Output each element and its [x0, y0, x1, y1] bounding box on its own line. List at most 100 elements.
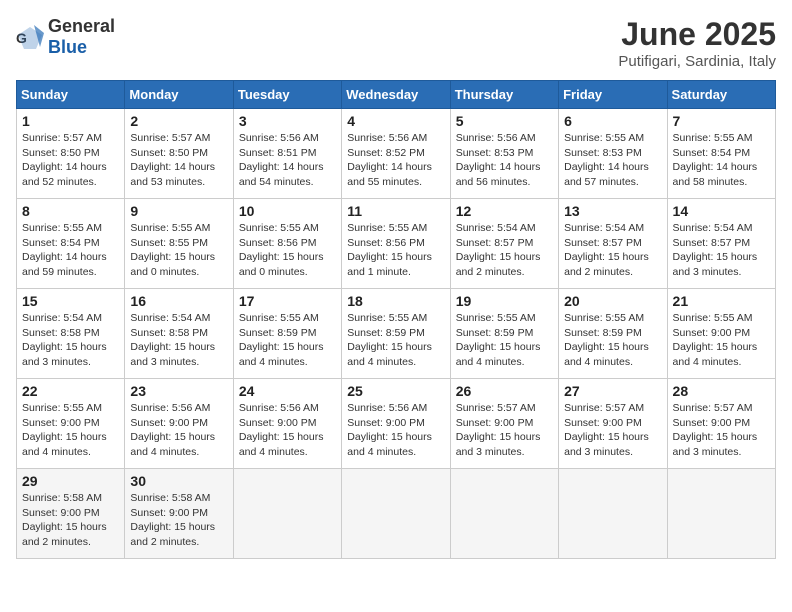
day-number: 17: [239, 293, 336, 309]
calendar-cell: [342, 469, 450, 559]
calendar-week-2: 8 Sunrise: 5:55 AMSunset: 8:54 PMDayligh…: [17, 199, 776, 289]
cell-info: Sunrise: 5:56 AMSunset: 8:53 PMDaylight:…: [456, 132, 541, 188]
calendar-week-4: 22 Sunrise: 5:55 AMSunset: 9:00 PMDaylig…: [17, 379, 776, 469]
calendar-cell: 5 Sunrise: 5:56 AMSunset: 8:53 PMDayligh…: [450, 109, 558, 199]
calendar-cell: [667, 469, 775, 559]
day-number: 26: [456, 383, 553, 399]
day-number: 8: [22, 203, 119, 219]
cell-info: Sunrise: 5:56 AMSunset: 8:51 PMDaylight:…: [239, 132, 324, 188]
day-number: 11: [347, 203, 444, 219]
calendar-cell: 30 Sunrise: 5:58 AMSunset: 9:00 PMDaylig…: [125, 469, 233, 559]
calendar-cell: 21 Sunrise: 5:55 AMSunset: 9:00 PMDaylig…: [667, 289, 775, 379]
day-number: 30: [130, 473, 227, 489]
day-number: 4: [347, 113, 444, 129]
cell-info: Sunrise: 5:55 AMSunset: 8:56 PMDaylight:…: [239, 222, 324, 278]
calendar-cell: 2 Sunrise: 5:57 AMSunset: 8:50 PMDayligh…: [125, 109, 233, 199]
calendar-cell: 25 Sunrise: 5:56 AMSunset: 9:00 PMDaylig…: [342, 379, 450, 469]
calendar-cell: 29 Sunrise: 5:58 AMSunset: 9:00 PMDaylig…: [17, 469, 125, 559]
day-number: 22: [22, 383, 119, 399]
calendar-cell: 27 Sunrise: 5:57 AMSunset: 9:00 PMDaylig…: [559, 379, 667, 469]
day-number: 23: [130, 383, 227, 399]
calendar-week-1: 1 Sunrise: 5:57 AMSunset: 8:50 PMDayligh…: [17, 109, 776, 199]
cell-info: Sunrise: 5:55 AMSunset: 8:54 PMDaylight:…: [22, 222, 107, 278]
cell-info: Sunrise: 5:54 AMSunset: 8:57 PMDaylight:…: [564, 222, 649, 278]
cell-info: Sunrise: 5:54 AMSunset: 8:58 PMDaylight:…: [22, 312, 107, 368]
cell-info: Sunrise: 5:54 AMSunset: 8:57 PMDaylight:…: [456, 222, 541, 278]
cell-info: Sunrise: 5:57 AMSunset: 8:50 PMDaylight:…: [130, 132, 215, 188]
day-header-thursday: Thursday: [450, 81, 558, 109]
cell-info: Sunrise: 5:54 AMSunset: 8:57 PMDaylight:…: [673, 222, 758, 278]
calendar-cell: 18 Sunrise: 5:55 AMSunset: 8:59 PMDaylig…: [342, 289, 450, 379]
cell-info: Sunrise: 5:55 AMSunset: 8:59 PMDaylight:…: [564, 312, 649, 368]
cell-info: Sunrise: 5:54 AMSunset: 8:58 PMDaylight:…: [130, 312, 215, 368]
day-number: 24: [239, 383, 336, 399]
calendar-cell: 12 Sunrise: 5:54 AMSunset: 8:57 PMDaylig…: [450, 199, 558, 289]
cell-info: Sunrise: 5:56 AMSunset: 9:00 PMDaylight:…: [239, 402, 324, 458]
day-number: 3: [239, 113, 336, 129]
title-area: June 2025 Putifigari, Sardinia, Italy: [618, 16, 776, 70]
calendar-cell: 1 Sunrise: 5:57 AMSunset: 8:50 PMDayligh…: [17, 109, 125, 199]
calendar-table: SundayMondayTuesdayWednesdayThursdayFrid…: [16, 80, 776, 559]
day-number: 15: [22, 293, 119, 309]
day-number: 19: [456, 293, 553, 309]
day-number: 21: [673, 293, 770, 309]
calendar-cell: 28 Sunrise: 5:57 AMSunset: 9:00 PMDaylig…: [667, 379, 775, 469]
cell-info: Sunrise: 5:55 AMSunset: 8:59 PMDaylight:…: [456, 312, 541, 368]
cell-info: Sunrise: 5:55 AMSunset: 9:00 PMDaylight:…: [22, 402, 107, 458]
cell-info: Sunrise: 5:55 AMSunset: 8:55 PMDaylight:…: [130, 222, 215, 278]
day-number: 29: [22, 473, 119, 489]
calendar-cell: 23 Sunrise: 5:56 AMSunset: 9:00 PMDaylig…: [125, 379, 233, 469]
calendar-cell: 6 Sunrise: 5:55 AMSunset: 8:53 PMDayligh…: [559, 109, 667, 199]
calendar-cell: [559, 469, 667, 559]
logo-icon: G: [16, 23, 44, 51]
cell-info: Sunrise: 5:57 AMSunset: 9:00 PMDaylight:…: [564, 402, 649, 458]
calendar-cell: [450, 469, 558, 559]
calendar-cell: 13 Sunrise: 5:54 AMSunset: 8:57 PMDaylig…: [559, 199, 667, 289]
logo: G General Blue: [16, 16, 115, 58]
day-number: 12: [456, 203, 553, 219]
day-number: 7: [673, 113, 770, 129]
day-header-monday: Monday: [125, 81, 233, 109]
calendar-cell: 16 Sunrise: 5:54 AMSunset: 8:58 PMDaylig…: [125, 289, 233, 379]
logo-blue: Blue: [48, 37, 87, 57]
calendar-cell: 3 Sunrise: 5:56 AMSunset: 8:51 PMDayligh…: [233, 109, 341, 199]
calendar-cell: 17 Sunrise: 5:55 AMSunset: 8:59 PMDaylig…: [233, 289, 341, 379]
day-number: 16: [130, 293, 227, 309]
calendar-cell: 20 Sunrise: 5:55 AMSunset: 8:59 PMDaylig…: [559, 289, 667, 379]
cell-info: Sunrise: 5:57 AMSunset: 9:00 PMDaylight:…: [673, 402, 758, 458]
calendar-cell: [233, 469, 341, 559]
day-number: 10: [239, 203, 336, 219]
logo-general: General: [48, 16, 115, 36]
cell-info: Sunrise: 5:55 AMSunset: 8:56 PMDaylight:…: [347, 222, 432, 278]
calendar-cell: 9 Sunrise: 5:55 AMSunset: 8:55 PMDayligh…: [125, 199, 233, 289]
day-header-wednesday: Wednesday: [342, 81, 450, 109]
day-number: 20: [564, 293, 661, 309]
calendar-cell: 14 Sunrise: 5:54 AMSunset: 8:57 PMDaylig…: [667, 199, 775, 289]
day-number: 25: [347, 383, 444, 399]
day-number: 5: [456, 113, 553, 129]
day-header-friday: Friday: [559, 81, 667, 109]
day-number: 6: [564, 113, 661, 129]
cell-info: Sunrise: 5:55 AMSunset: 8:54 PMDaylight:…: [673, 132, 758, 188]
day-number: 18: [347, 293, 444, 309]
calendar-cell: 4 Sunrise: 5:56 AMSunset: 8:52 PMDayligh…: [342, 109, 450, 199]
calendar-cell: 22 Sunrise: 5:55 AMSunset: 9:00 PMDaylig…: [17, 379, 125, 469]
header: G General Blue June 2025 Putifigari, Sar…: [16, 16, 776, 70]
cell-info: Sunrise: 5:58 AMSunset: 9:00 PMDaylight:…: [130, 492, 215, 548]
calendar-cell: 7 Sunrise: 5:55 AMSunset: 8:54 PMDayligh…: [667, 109, 775, 199]
day-number: 13: [564, 203, 661, 219]
calendar-cell: 10 Sunrise: 5:55 AMSunset: 8:56 PMDaylig…: [233, 199, 341, 289]
cell-info: Sunrise: 5:55 AMSunset: 8:53 PMDaylight:…: [564, 132, 649, 188]
calendar-cell: 11 Sunrise: 5:55 AMSunset: 8:56 PMDaylig…: [342, 199, 450, 289]
day-header-saturday: Saturday: [667, 81, 775, 109]
cell-info: Sunrise: 5:56 AMSunset: 9:00 PMDaylight:…: [347, 402, 432, 458]
day-number: 14: [673, 203, 770, 219]
calendar-cell: 24 Sunrise: 5:56 AMSunset: 9:00 PMDaylig…: [233, 379, 341, 469]
day-number: 1: [22, 113, 119, 129]
day-number: 9: [130, 203, 227, 219]
calendar-week-5: 29 Sunrise: 5:58 AMSunset: 9:00 PMDaylig…: [17, 469, 776, 559]
cell-info: Sunrise: 5:56 AMSunset: 9:00 PMDaylight:…: [130, 402, 215, 458]
day-header-sunday: Sunday: [17, 81, 125, 109]
day-number: 27: [564, 383, 661, 399]
calendar-cell: 26 Sunrise: 5:57 AMSunset: 9:00 PMDaylig…: [450, 379, 558, 469]
